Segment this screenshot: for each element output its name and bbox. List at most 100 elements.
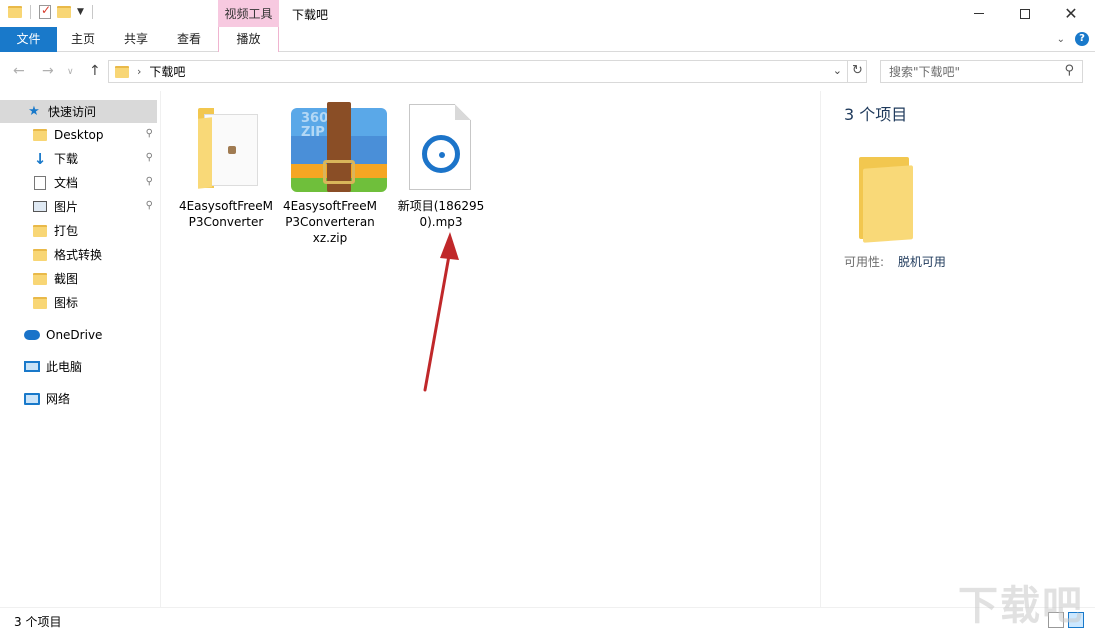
title-bar: ▼ 视频工具 下载吧 ✕ <box>0 0 1095 27</box>
search-icon[interactable]: ⚲ <box>1064 63 1074 78</box>
sidebar-item-label: 图片 <box>54 200 79 214</box>
recent-locations-chevron-icon[interactable]: ∨ <box>67 67 74 77</box>
quick-access-toolbar: ▼ <box>8 3 95 19</box>
maximize-icon <box>1020 8 1030 19</box>
pin-icon[interactable]: ⚲ <box>146 152 153 163</box>
mp3-file-icon <box>393 100 489 196</box>
sidebar-item-label: 图标 <box>54 296 79 310</box>
search-placeholder: 搜索"下载吧" <box>889 65 961 79</box>
sidebar-item-label: 此电脑 <box>46 360 83 374</box>
help-icon[interactable]: ? <box>1075 32 1089 46</box>
item-count-heading: 3 个项目 <box>844 105 908 124</box>
file-item-zip[interactable]: 360 ZIP 4EasysoftFreeMP3Converteranxz.zi… <box>282 100 387 246</box>
sidebar-item-quick-access[interactable]: ★ 快速访问 <box>0 100 157 123</box>
pin-icon[interactable]: ⚲ <box>146 128 153 139</box>
status-item-count: 3 个项目 <box>14 615 62 629</box>
sidebar-item-label: 网络 <box>46 392 71 406</box>
minimize-icon <box>974 13 984 14</box>
breadcrumb-chevron-icon[interactable]: › <box>137 65 141 78</box>
close-button[interactable]: ✕ <box>1048 0 1094 27</box>
address-dropdown-icon[interactable]: ⌄ <box>833 64 842 77</box>
network-icon <box>24 391 40 407</box>
status-bar: 3 个项目 <box>0 607 1095 633</box>
divider <box>30 5 31 19</box>
file-name: 新项目(1862950).mp3 <box>397 199 485 229</box>
expand-ribbon-chevron-icon[interactable]: ⌄ <box>1057 34 1065 45</box>
forward-arrow-icon[interactable]: → <box>42 63 54 79</box>
folder-icon <box>32 127 48 143</box>
search-input[interactable]: 搜索"下载吧" ⚲ <box>880 60 1083 83</box>
folder-icon <box>32 223 48 239</box>
picture-icon <box>32 199 48 215</box>
sidebar-item-pack[interactable]: 打包 <box>0 219 157 242</box>
context-tab-header: 视频工具 <box>218 0 279 27</box>
sidebar-item-label: 下载 <box>54 152 79 166</box>
zip-badge: 360 ZIP <box>301 111 329 140</box>
file-item-folder[interactable]: 4EasysoftFreeMP3Converter <box>178 100 274 230</box>
sidebar-item-documents[interactable]: 文档 ⚲ <box>0 171 157 194</box>
back-arrow-icon[interactable]: ← <box>13 63 25 79</box>
pin-icon[interactable]: ⚲ <box>146 176 153 187</box>
computer-icon <box>24 359 40 375</box>
sidebar-item-pictures[interactable]: 图片 ⚲ <box>0 195 157 218</box>
up-arrow-icon[interactable]: ↑ <box>89 63 101 79</box>
ribbon-tabs: 文件 主页 共享 查看 播放 ⌄ ? <box>0 27 1095 52</box>
zip-archive-icon: 360 ZIP <box>282 100 387 196</box>
sidebar-item-desktop[interactable]: Desktop ⚲ <box>0 123 157 146</box>
ribbon-controls: ⌄ ? <box>1057 32 1089 46</box>
breadcrumb-current[interactable]: 下载吧 <box>149 63 185 80</box>
pane-divider[interactable] <box>160 91 161 607</box>
folder-icon <box>32 295 48 311</box>
cloud-icon <box>24 327 40 343</box>
star-icon: ★ <box>28 104 40 119</box>
folder-icon <box>32 271 48 287</box>
availability-property: 可用性: 脱机可用 <box>844 253 946 270</box>
download-arrow-icon: ↓ <box>33 149 47 168</box>
address-bar[interactable]: › 下载吧 ⌄ <box>108 60 867 83</box>
file-name: 4EasysoftFreeMP3Converteranxz.zip <box>282 199 378 245</box>
new-folder-icon[interactable] <box>57 6 71 18</box>
tab-view[interactable]: 查看 <box>164 27 214 52</box>
folder-icon <box>859 157 917 243</box>
file-name: 4EasysoftFreeMP3Converter <box>178 199 274 229</box>
sidebar-item-onedrive[interactable]: OneDrive <box>0 323 157 346</box>
sidebar-item-this-pc[interactable]: 此电脑 <box>0 355 157 378</box>
navigation-pane: ★ 快速访问 Desktop ⚲ ↓ 下载 ⚲ 文档 ⚲ 图片 ⚲ 打包 格式转… <box>0 91 160 607</box>
pin-icon[interactable]: ⚲ <box>146 200 153 211</box>
sidebar-item-label: OneDrive <box>46 327 103 342</box>
sidebar-item-label: 快速访问 <box>48 105 97 119</box>
folder-icon <box>115 65 129 78</box>
maximize-button[interactable] <box>1002 0 1048 27</box>
close-icon: ✕ <box>1064 3 1078 23</box>
folder-icon <box>32 247 48 263</box>
sidebar-item-downloads[interactable]: ↓ 下载 ⚲ <box>0 147 157 170</box>
availability-value: 脱机可用 <box>897 255 946 269</box>
file-item-mp3[interactable]: 新项目(1862950).mp3 <box>393 100 489 230</box>
tab-play[interactable]: 播放 <box>218 27 279 52</box>
details-pane: 3 个项目 可用性: 脱机可用 <box>820 91 1095 607</box>
sidebar-item-screenshots[interactable]: 截图 <box>0 267 157 290</box>
sidebar-item-format-convert[interactable]: 格式转换 <box>0 243 157 266</box>
navigation-bar: ← → ∨ ↑ › 下载吧 ⌄ ↻ 搜索"下载吧" ⚲ <box>0 53 1095 91</box>
folder-icon <box>178 100 274 196</box>
tab-share[interactable]: 共享 <box>111 27 161 52</box>
folder-icon[interactable] <box>8 6 22 18</box>
sidebar-item-label: 文档 <box>54 176 79 190</box>
sidebar-item-label: Desktop <box>54 127 104 142</box>
sidebar-item-label: 格式转换 <box>54 248 103 262</box>
sidebar-item-icons[interactable]: 图标 <box>0 291 157 314</box>
properties-icon[interactable] <box>39 3 51 19</box>
divider <box>91 5 93 19</box>
minimize-button[interactable] <box>956 0 1002 27</box>
watermark: 下载吧 <box>958 583 1084 629</box>
red-arrow-annotation <box>423 232 459 392</box>
tab-home[interactable]: 主页 <box>58 27 108 52</box>
document-icon <box>32 175 48 191</box>
sidebar-item-network[interactable]: 网络 <box>0 387 157 410</box>
sidebar-item-label: 截图 <box>54 272 79 286</box>
customize-toolbar-chevron-icon[interactable]: ▼ <box>77 7 84 17</box>
sidebar-item-label: 打包 <box>54 224 79 238</box>
refresh-icon[interactable]: ↻ <box>847 60 867 83</box>
tab-file[interactable]: 文件 <box>0 27 57 52</box>
window-title: 下载吧 <box>292 8 329 22</box>
